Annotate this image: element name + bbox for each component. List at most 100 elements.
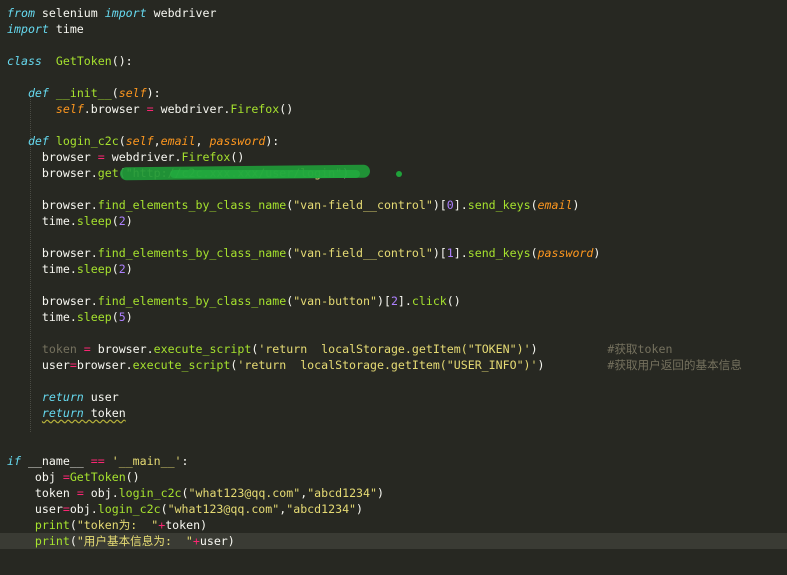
code-line[interactable]: obj =GetToken() [0, 469, 787, 485]
code-token: user [7, 358, 70, 372]
code-line[interactable]: def login_c2c(self,email, password): [0, 133, 787, 149]
code-token: )[ [376, 294, 391, 308]
code-token: token [7, 342, 77, 356]
code-line[interactable] [0, 69, 787, 85]
code-line[interactable]: user=obj.login_c2c("what123@qq.com","abc… [0, 501, 787, 517]
code-token: 5 [118, 310, 126, 324]
code-token: def [27, 86, 49, 100]
code-line[interactable]: from selenium import webdriver [0, 5, 787, 21]
code-line[interactable] [0, 37, 787, 53]
code-token: time. [7, 262, 77, 276]
code-line[interactable]: user=browser.execute_script('return loca… [0, 357, 787, 373]
code-token: def [27, 134, 49, 148]
code-line[interactable]: import time [0, 21, 787, 37]
code-token: from [7, 6, 35, 20]
code-token: 'return localStorage.getItem("TOKEN")' [258, 342, 531, 356]
code-line[interactable]: time.sleep(5) [0, 309, 787, 325]
code-line[interactable]: browser.get("http://c2c.xxx.xxx/user/log… [0, 165, 787, 181]
code-token: sleep [76, 214, 112, 228]
code-token: return [41, 406, 84, 420]
code-token: ( [530, 198, 538, 212]
code-line[interactable] [0, 117, 787, 133]
code-line[interactable]: time.sleep(2) [0, 261, 787, 277]
code-token: time. [7, 310, 77, 324]
code-line[interactable]: self.browser = webdriver.Firefox() [0, 101, 787, 117]
code-token: ( [111, 310, 119, 324]
code-token: import [104, 6, 147, 20]
code-token: login_c2c [97, 502, 161, 516]
code-token: )[ [432, 198, 447, 212]
code-token: click [411, 294, 447, 308]
code-line[interactable]: if __name__ == '__main__': [0, 453, 787, 469]
code-line[interactable]: return user [0, 389, 787, 405]
code-line[interactable]: token = browser.execute_script('return l… [0, 341, 787, 357]
code-token: __name__ [20, 454, 91, 468]
code-line[interactable] [0, 373, 787, 389]
code-token: : [181, 454, 189, 468]
code-token: obj. [69, 502, 98, 516]
code-token: user) [199, 534, 235, 548]
code-token: return [41, 390, 84, 404]
code-token: 2 [118, 214, 126, 228]
code-token: ) [377, 486, 384, 500]
code-token: print [34, 518, 70, 532]
code-line[interactable]: browser.find_elements_by_class_name("van… [0, 245, 787, 261]
code-token: () [279, 102, 294, 116]
code-line[interactable]: token = obj.login_c2c("what123@qq.com","… [0, 485, 787, 501]
redaction-dot [396, 171, 402, 177]
code-line[interactable]: print("用户基本信息为: "+user) [0, 533, 787, 549]
code-line[interactable]: browser.find_elements_by_class_name("van… [0, 197, 787, 213]
code-token: "what123@qq.com" [167, 502, 280, 516]
code-token: #获取token [607, 342, 673, 356]
code-line[interactable]: browser.find_elements_by_class_name("van… [0, 293, 787, 309]
code-line[interactable]: browser = webdriver.Firefox() [0, 149, 787, 165]
code-editor[interactable]: from selenium import webdriver import tim… [0, 0, 787, 575]
code-token: webdriver. [104, 150, 182, 164]
code-token: token [83, 406, 126, 420]
code-token: get [97, 166, 119, 180]
code-token: self [125, 134, 154, 148]
code-line[interactable] [0, 277, 787, 293]
code-line[interactable] [0, 181, 787, 197]
code-line[interactable] [0, 229, 787, 245]
code-token: ]. [397, 294, 412, 308]
code-token: user [83, 390, 119, 404]
code-token: sleep [76, 310, 112, 324]
code-token: "token为: " [76, 518, 159, 532]
code-token: webdriver [146, 6, 217, 20]
code-line[interactable]: def __init__(self): [0, 85, 787, 101]
code-token: token [7, 486, 77, 500]
code-token: ) [356, 502, 364, 516]
code-token: = [62, 502, 70, 516]
code-line[interactable]: return token [0, 405, 787, 421]
code-token: "abcd1234" [307, 486, 377, 500]
code-token: () [230, 150, 245, 164]
code-token: = [69, 358, 77, 372]
code-token: ): [146, 86, 161, 100]
code-line[interactable] [0, 325, 787, 341]
code-token: 2 [118, 262, 126, 276]
code-token: email [160, 134, 196, 148]
code-token: print [34, 534, 70, 548]
code-token: find_elements_by_class_name [97, 294, 287, 308]
code-line[interactable] [0, 437, 787, 453]
code-token: login_c2c [55, 134, 119, 148]
code-token: 'return localStorage.getItem("USER_INFO"… [237, 358, 538, 372]
code-line[interactable] [0, 421, 787, 437]
code-token: ) [530, 342, 538, 356]
code-token: email [537, 198, 573, 212]
code-token: browser. [76, 358, 133, 372]
code-line[interactable]: time.sleep(2) [0, 213, 787, 229]
code-token: class [7, 54, 42, 68]
code-token: obj [7, 470, 63, 484]
code-line[interactable]: class GetToken(): [0, 53, 787, 69]
code-line[interactable]: print("token为: "+token) [0, 517, 787, 533]
code-token: ) [572, 198, 580, 212]
code-token: = [146, 102, 154, 116]
code-token: ): [265, 134, 280, 148]
